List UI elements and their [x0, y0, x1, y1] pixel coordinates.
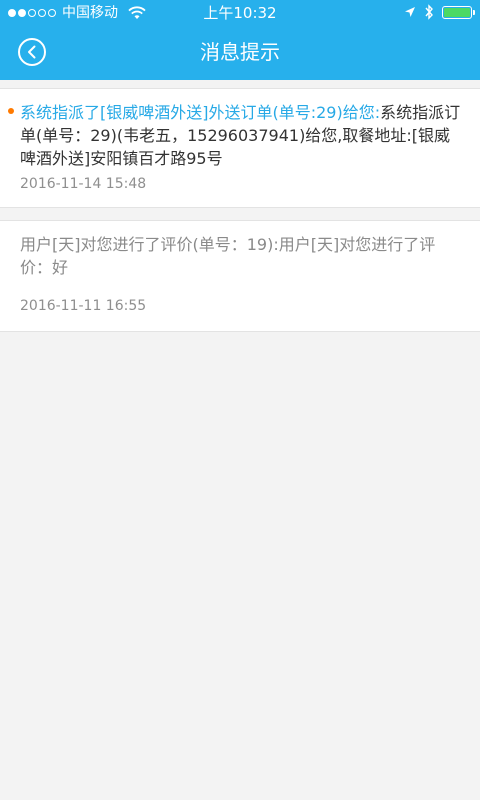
- message-item[interactable]: 用户[天]对您进行了评价(单号：19):用户[天]对您进行了评价：好 2016-…: [0, 220, 480, 332]
- unread-indicator: [8, 108, 14, 114]
- location-arrow-icon: [405, 7, 415, 17]
- battery-icon: [442, 5, 475, 19]
- bluetooth-icon: [425, 4, 433, 20]
- header-bar: 中国移动 上午10:32 消息提示: [0, 0, 480, 80]
- message-date: 2016-11-14 15:48: [20, 176, 147, 192]
- message-date: 2016-11-11 16:55: [20, 298, 147, 314]
- status-bar: 中国移动 上午10:32: [0, 0, 480, 26]
- page-title: 消息提示: [200, 40, 280, 64]
- message-list: 系统指派了[银威啤酒外送]外送订单(单号:29)给您:系统指派订单(单号：29)…: [0, 80, 480, 332]
- message-item[interactable]: 系统指派了[银威啤酒外送]外送订单(单号:29)给您:系统指派订单(单号：29)…: [0, 88, 480, 208]
- message-content: 系统指派了[银威啤酒外送]外送订单(单号:29)给您:系统指派订单(单号：29)…: [20, 101, 466, 170]
- status-right: [404, 4, 475, 20]
- message-highlight: 系统指派了[银威啤酒外送]外送订单(单号:29)给您:: [20, 103, 381, 122]
- message-text: 用户[天]对您进行了评价(单号：19):用户[天]对您进行了评价：好: [20, 235, 436, 277]
- navigation-bar: 消息提示: [0, 26, 480, 80]
